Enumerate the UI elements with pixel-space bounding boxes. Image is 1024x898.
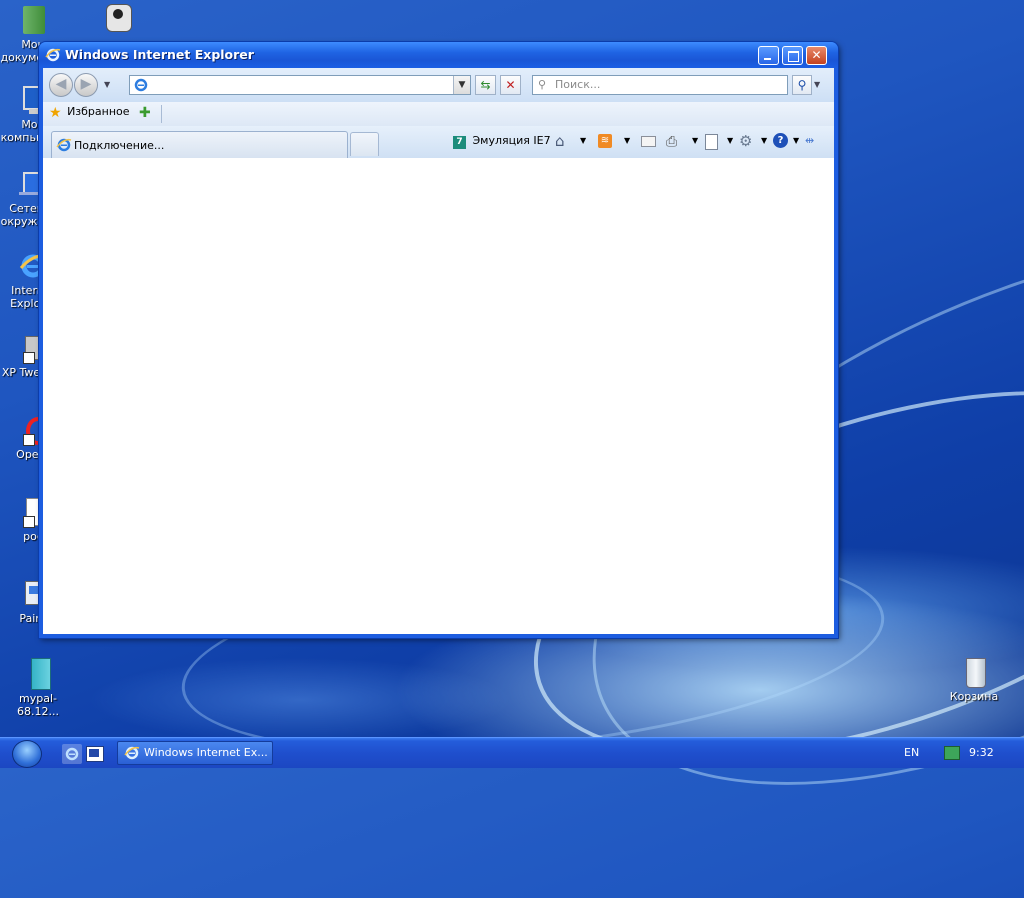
chevron-double-icon: ⇹: [805, 134, 815, 147]
minimize-button[interactable]: [758, 46, 779, 65]
recycle-bin-icon: [958, 656, 990, 688]
system-tray: EN 9:32: [904, 738, 1024, 768]
home-button[interactable]: ⌂ ▼: [555, 132, 589, 152]
favorites-bar: ★ Избранное ✚: [43, 102, 834, 127]
page-menu-button[interactable]: ▼: [705, 133, 735, 151]
quicklaunch-show-desktop[interactable]: [86, 746, 104, 762]
back-button[interactable]: ◀: [49, 73, 73, 97]
favorites-label: Избранное: [67, 105, 130, 118]
desktop-icon-recycle-bin[interactable]: Корзина: [937, 656, 1011, 703]
favorites-button[interactable]: ★ Избранное: [49, 105, 130, 122]
search-field-icon: ⚲: [538, 78, 547, 91]
tools-menu-button[interactable]: ⚙ ▼: [739, 132, 769, 152]
home-icon: ⌂: [555, 132, 565, 150]
ie-logo-icon: [45, 47, 61, 63]
desktop-icon-label: mypal-68.12...: [17, 692, 59, 718]
folder-documents-icon: [17, 4, 49, 36]
ie-window[interactable]: Windows Internet Explorer ✕ ◀ ▶ ▼ ▼ ⇆ ✕ …: [39, 42, 838, 638]
desktop-icon-mypal[interactable]: mypal-68.12...: [1, 658, 75, 718]
forward-arrow-icon: ▶: [80, 76, 92, 92]
close-button[interactable]: ✕: [806, 46, 827, 65]
emulation-button[interactable]: 7 Эмуляция IE7: [453, 134, 551, 150]
start-button[interactable]: [12, 740, 42, 768]
page-icon: [705, 134, 718, 150]
taskbar-ie-icon: [124, 745, 140, 761]
toolbar-expand-button[interactable]: ⇹: [805, 134, 823, 150]
tab-ie-icon: [56, 137, 72, 153]
printer-icon: ⎙: [666, 134, 678, 150]
add-favorites-button[interactable]: ✚: [139, 105, 151, 121]
ie-quicklaunch-icon: [64, 746, 80, 762]
new-tab-button[interactable]: [350, 132, 379, 156]
navigation-bar: ◀ ▶ ▼ ▼ ⇆ ✕ ⚲ Поиск... ⚲ ▼: [43, 68, 834, 102]
recent-pages-dropdown[interactable]: ▼: [104, 80, 110, 89]
tab-label: Подключение...: [74, 139, 165, 152]
desktop-icon-label: Корзина: [949, 690, 999, 703]
chevron-down-icon: ▼: [793, 136, 800, 145]
forward-button[interactable]: ▶: [74, 73, 98, 97]
address-bar[interactable]: ▼: [129, 75, 471, 95]
read-mail-button[interactable]: [640, 133, 658, 151]
stop-icon: ✕: [505, 78, 516, 92]
chevron-down-icon: ▼: [727, 136, 734, 145]
minimize-icon: [764, 58, 771, 60]
chevron-down-icon: ▼: [761, 136, 768, 145]
chevron-down-icon: ▼: [624, 136, 631, 145]
search-icon: ⚲: [797, 78, 807, 92]
rss-icon: ≋: [598, 134, 612, 148]
network-tray-icon[interactable]: [944, 746, 960, 760]
archive-icon: [22, 658, 54, 690]
search-input[interactable]: ⚲ Поиск...: [532, 75, 788, 95]
window-title: Windows Internet Explorer: [65, 47, 254, 62]
show-desktop-icon: [89, 749, 99, 757]
address-dropdown-button[interactable]: ▼: [453, 76, 470, 94]
chevron-down-icon: ▼: [692, 136, 699, 145]
stop-button[interactable]: ✕: [500, 75, 521, 95]
quicklaunch-ie[interactable]: [62, 744, 82, 764]
favbar-divider: [161, 105, 162, 123]
maximize-button[interactable]: [782, 46, 803, 65]
maximize-icon: [788, 51, 799, 62]
refresh-button[interactable]: ⇆: [475, 75, 496, 95]
window-titlebar[interactable]: Windows Internet Explorer ✕: [39, 42, 838, 68]
tab-connecting[interactable]: Подключение...: [51, 131, 348, 158]
mail-icon: [641, 136, 656, 147]
emulation-label: Эмуляция IE7: [472, 134, 551, 147]
page-content[interactable]: [43, 158, 834, 634]
taskbar-item-label: Windows Internet Ex...: [144, 746, 268, 759]
taskbar: Windows Internet Ex... EN 9:32: [0, 737, 1024, 768]
gear-icon: ⚙: [739, 132, 753, 150]
ie7-badge-icon: 7: [453, 136, 466, 149]
add-star-icon: ✚: [139, 105, 151, 121]
command-bar: Подключение... 7 Эмуляция IE7 ⌂ ▼ ≋ ▼ ⎙ …: [43, 126, 834, 159]
back-arrow-icon: ◀: [55, 76, 67, 92]
close-icon: ✕: [811, 48, 822, 62]
window-client: ◀ ▶ ▼ ▼ ⇆ ✕ ⚲ Поиск... ⚲ ▼ ★ Избранное ✚…: [43, 68, 834, 634]
language-indicator[interactable]: EN: [904, 746, 919, 759]
print-button[interactable]: ⎙ ▼: [666, 133, 700, 151]
desktop-icon-webcam[interactable]: [79, 2, 153, 36]
webcam-icon: [100, 2, 132, 34]
taskbar-item-ie[interactable]: Windows Internet Ex...: [117, 741, 273, 765]
star-icon: ★: [49, 105, 62, 121]
clock[interactable]: 9:32: [969, 746, 994, 759]
help-icon: ?: [773, 133, 788, 148]
refresh-icon: ⇆: [480, 78, 491, 92]
search-options-dropdown[interactable]: ▼: [814, 80, 820, 89]
feeds-button[interactable]: ≋ ▼: [598, 133, 632, 151]
chevron-down-icon: ▼: [458, 80, 466, 90]
search-button[interactable]: ⚲: [792, 75, 812, 95]
help-menu-button[interactable]: ? ▼: [773, 133, 801, 151]
search-placeholder: Поиск...: [555, 78, 601, 91]
chevron-down-icon: ▼: [580, 136, 587, 145]
page-icon: [133, 77, 149, 93]
